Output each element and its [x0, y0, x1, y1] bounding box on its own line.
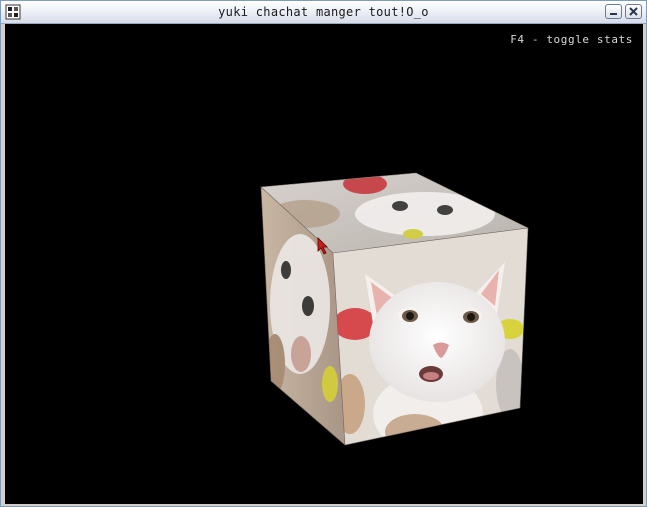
app-window: yuki chachat manger tout!O_o F4 - toggle…	[0, 0, 647, 507]
mouse-cursor-icon	[317, 237, 329, 259]
close-icon	[629, 7, 638, 16]
title-bar[interactable]: yuki chachat manger tout!O_o	[1, 1, 646, 24]
3d-viewport[interactable]: F4 - toggle stats	[5, 24, 643, 504]
textured-cube	[260, 172, 529, 446]
window-title: yuki chachat manger tout!O_o	[218, 5, 429, 19]
minimize-button[interactable]	[605, 4, 622, 19]
close-button[interactable]	[625, 4, 642, 19]
